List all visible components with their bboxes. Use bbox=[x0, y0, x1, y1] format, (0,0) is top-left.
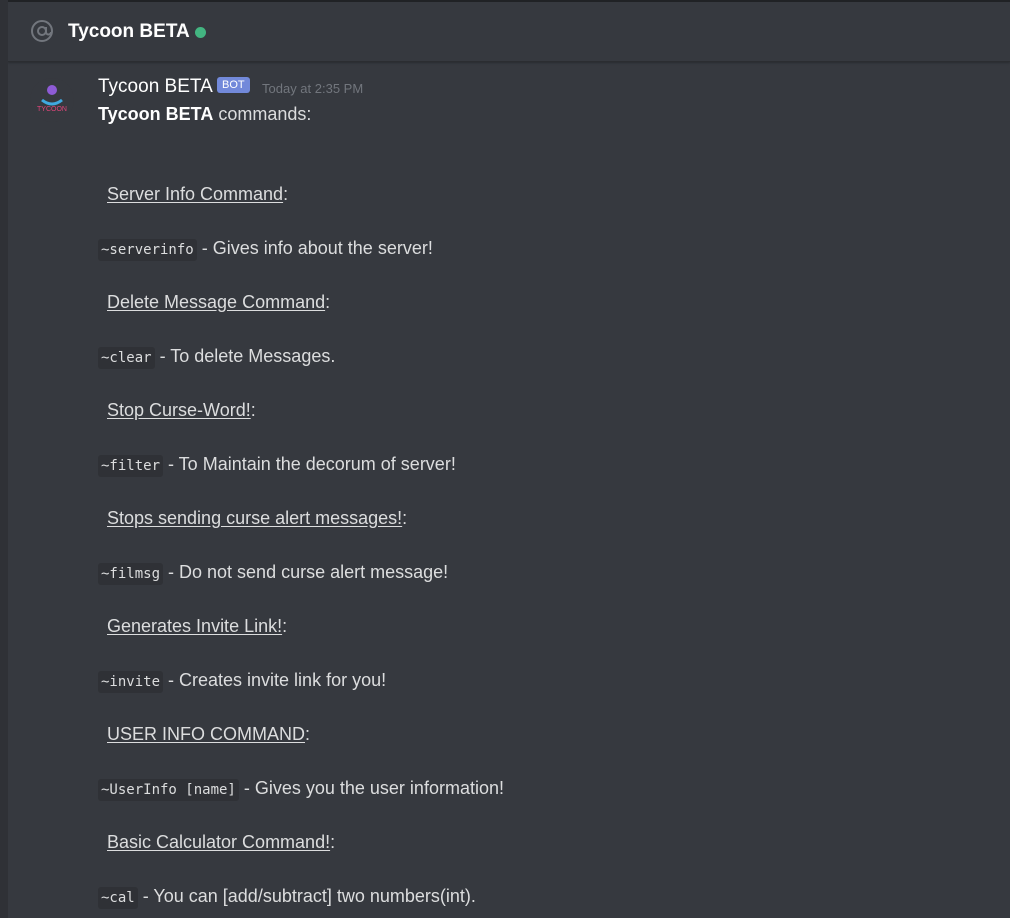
svg-text:TYCOON: TYCOON bbox=[37, 106, 67, 113]
command-code: ~clear bbox=[98, 347, 155, 369]
bot-badge: BOT bbox=[217, 77, 250, 93]
heading-text: Stops sending curse alert messages! bbox=[107, 508, 403, 528]
section-heading: Server Info Command: bbox=[107, 184, 289, 204]
message-timestamp: Today at 2:35 PM bbox=[262, 81, 364, 96]
avatar[interactable]: TYCOON bbox=[30, 78, 74, 122]
command-line: ~filmsg - Do not send curse alert messag… bbox=[98, 560, 448, 586]
section-heading: Delete Message Command: bbox=[107, 292, 331, 312]
intro-text: commands: bbox=[213, 104, 312, 124]
command-description: - Creates invite link for you! bbox=[163, 670, 387, 690]
section-heading: Stops sending curse alert messages!: bbox=[107, 508, 408, 528]
command-line: ~cal - You can [add/subtract] two number… bbox=[98, 884, 476, 910]
channel-title: Tycoon BETA bbox=[68, 21, 190, 42]
command-code: ~filter bbox=[98, 455, 164, 477]
command-code: ~cal bbox=[98, 887, 138, 909]
command-description: - To Maintain the decorum of server! bbox=[163, 454, 456, 474]
command-description: - Gives info about the server! bbox=[196, 238, 433, 258]
online-status-indicator bbox=[195, 27, 206, 38]
heading-text: Generates Invite Link! bbox=[107, 616, 283, 636]
section-heading: Stop Curse-Word!: bbox=[107, 400, 256, 420]
command-line: ~serverinfo - Gives info about the serve… bbox=[98, 236, 433, 262]
intro-bold-name: Tycoon BETA bbox=[98, 104, 214, 124]
command-line: ~filter - To Maintain the decorum of ser… bbox=[98, 452, 456, 478]
chat-window: Tycoon BETA TYCOON Tycoon BETA BOT Today… bbox=[0, 0, 1010, 918]
heading-text: USER INFO COMMAND bbox=[107, 724, 305, 744]
section-heading: Basic Calculator Command!: bbox=[107, 832, 336, 852]
section-heading: USER INFO COMMAND: bbox=[107, 724, 311, 744]
section-heading: Generates Invite Link!: bbox=[107, 616, 288, 636]
command-description: - Do not send curse alert message! bbox=[163, 562, 449, 582]
heading-text: Delete Message Command bbox=[107, 292, 326, 312]
command-line: ~UserInfo [name] - Gives you the user in… bbox=[98, 776, 504, 802]
command-line: ~clear - To delete Messages. bbox=[98, 344, 335, 370]
heading-text: Server Info Command bbox=[107, 184, 284, 204]
command-code: ~serverinfo bbox=[98, 239, 197, 261]
command-line: ~invite - Creates invite link for you! bbox=[98, 668, 386, 694]
command-code: ~UserInfo [name] bbox=[98, 779, 239, 801]
command-description: - To delete Messages. bbox=[154, 346, 336, 366]
message-intro: Tycoon BETA commands: bbox=[98, 102, 311, 126]
message-author[interactable]: Tycoon BETA bbox=[98, 75, 213, 99]
heading-text: Stop Curse-Word! bbox=[107, 400, 251, 420]
channel-header: Tycoon BETA bbox=[8, 0, 1010, 62]
command-code: ~filmsg bbox=[98, 563, 164, 585]
tycoon-logo-icon: TYCOON bbox=[30, 78, 74, 122]
command-code: ~invite bbox=[98, 671, 164, 693]
command-description: - Gives you the user information! bbox=[238, 778, 504, 798]
command-description: - You can [add/subtract] two numbers(int… bbox=[137, 886, 476, 906]
at-sign-icon bbox=[31, 20, 53, 42]
heading-text: Basic Calculator Command! bbox=[107, 832, 331, 852]
